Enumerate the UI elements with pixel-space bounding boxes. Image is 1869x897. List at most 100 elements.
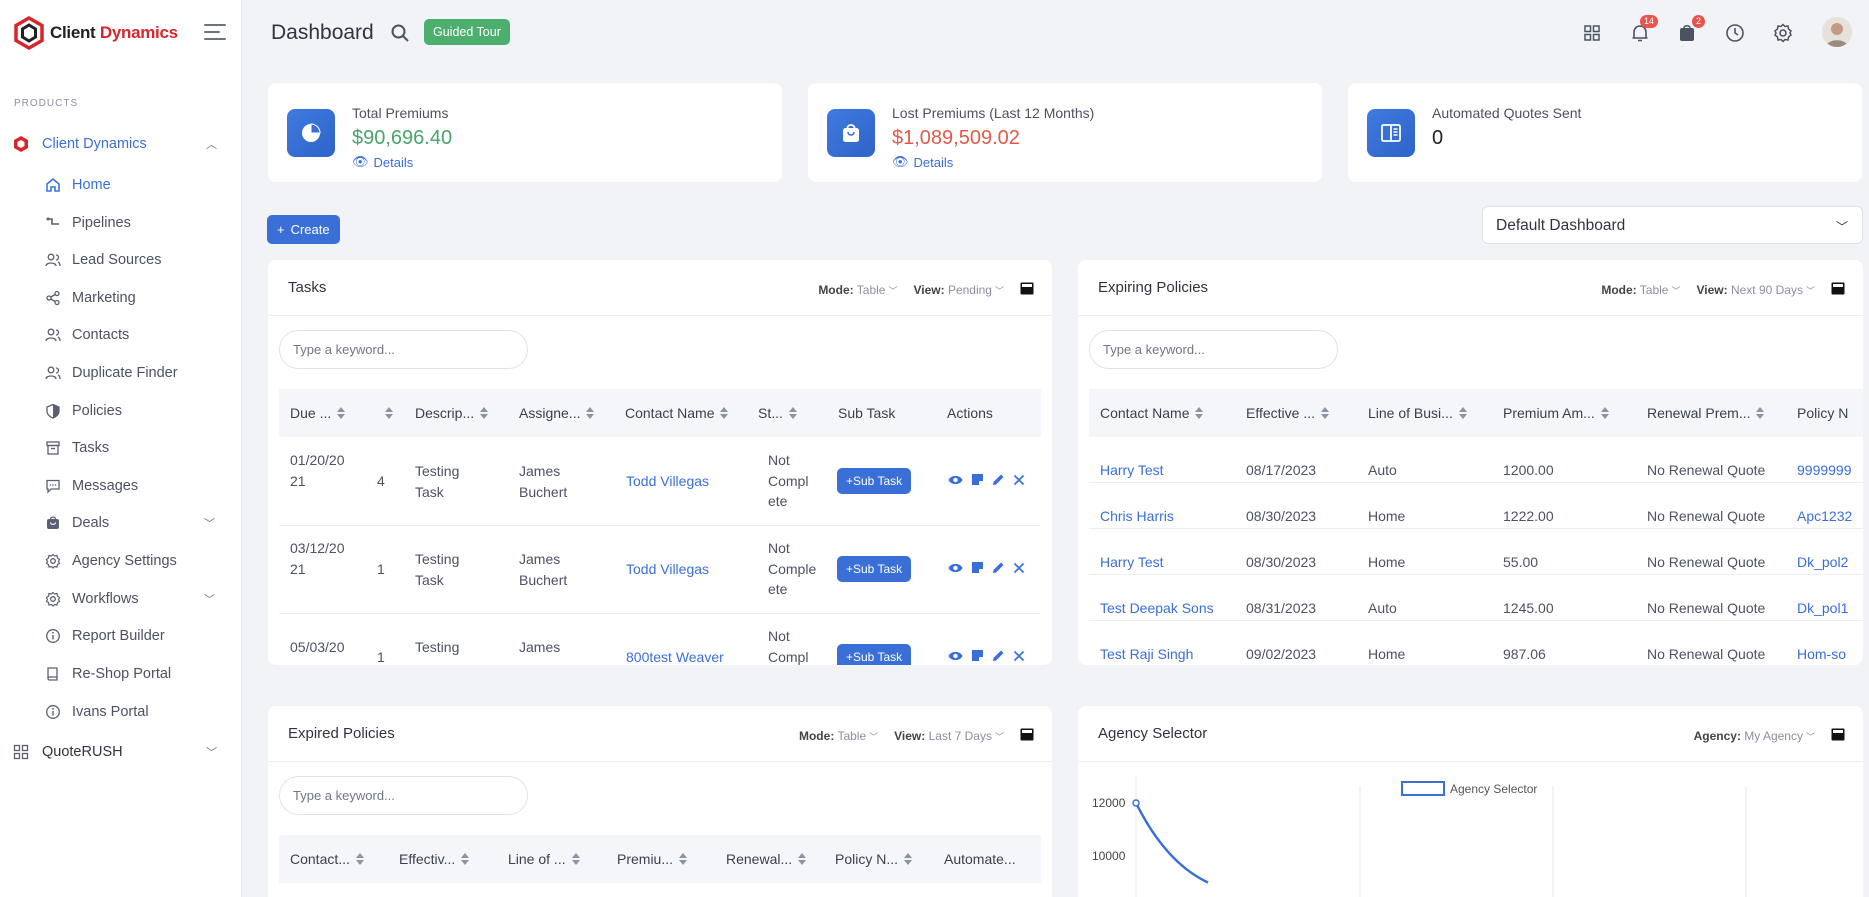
panel-toggle-icon[interactable] [1831,728,1845,744]
bell-icon[interactable]: 14 [1629,15,1658,44]
eye-icon: 👁 [352,154,369,169]
delete-x-icon[interactable] [1013,473,1025,491]
sub-task-button[interactable]: +Sub Task [837,556,912,582]
col-line-of-business[interactable]: Line of ... [508,851,580,867]
nav-group-client-dynamics[interactable]: Client Dynamics ︿ [0,129,242,159]
sub-task-button[interactable]: +Sub Task [837,468,912,494]
delete-x-icon[interactable] [1013,649,1025,665]
col-contact-name[interactable]: Contact Name [625,405,729,421]
col-effective[interactable]: Effectiv... [399,851,470,867]
panel-toggle-icon[interactable] [1020,728,1034,744]
note-icon[interactable] [971,561,984,579]
sort-icon [385,407,393,419]
panel-toggle-icon[interactable] [1020,282,1034,298]
sidebar-item-re-shop-portal[interactable]: Re-Shop Portal [0,659,242,689]
mode-selector[interactable]: Mode: Table ﹀ [1601,283,1680,297]
contact-link[interactable]: Todd Villegas [626,471,709,492]
details-link[interactable]: 👁 Details [352,154,413,170]
view-eye-icon[interactable] [948,561,963,579]
sort-icon [461,853,470,865]
col-status[interactable]: St... [758,405,797,421]
stat-card-total-premiums: Total Premiums $90,696.40 👁 Details [268,83,782,182]
view-selector[interactable]: View: Pending ﹀ [913,283,1004,297]
view-eye-icon[interactable] [948,473,963,491]
tasks-search-input[interactable] [279,330,528,369]
view-selector[interactable]: View: Last 7 Days ﹀ [894,729,1004,743]
col-automated[interactable]: Automate... [944,851,1016,867]
create-button[interactable]: + Create [267,215,340,244]
col-contact-name[interactable]: Contact Name [1100,405,1204,421]
col-policy-number[interactable]: Policy N... [835,851,913,867]
note-icon[interactable] [971,473,984,491]
sub-task-button[interactable]: +Sub Task [837,644,912,665]
contact-link[interactable]: Todd Villegas [626,559,709,580]
panel-toggle-icon[interactable] [1831,282,1845,298]
sort-icon [1195,407,1204,419]
menu-toggle-icon[interactable] [204,24,226,45]
sidebar-item-tasks[interactable]: Tasks [0,433,242,463]
col-contact[interactable]: Contact... [290,851,364,867]
col-premium-amount[interactable]: Premium Am... [1503,405,1609,421]
chevron-down-icon: ﹀ [1671,286,1681,296]
col-description[interactable]: Descrip... [415,405,489,421]
note-icon[interactable] [971,649,984,665]
sidebar-item-lead-sources[interactable]: Lead Sources [0,245,242,275]
apps-grid-icon[interactable] [1581,22,1603,44]
clock-icon[interactable] [1724,22,1746,44]
col-renewal[interactable]: Renewal... [726,851,807,867]
mode-selector[interactable]: Mode: Table ﹀ [818,283,897,297]
sidebar-item-messages[interactable]: Messages [0,471,242,501]
dashboard-select[interactable]: Default Dashboard ﹀ [1482,206,1863,244]
col-assignee[interactable]: Assigne... [519,405,595,421]
col-effective[interactable]: Effective ... [1246,405,1329,421]
tasks-badge: 2 [1691,15,1705,28]
expiring-search-input[interactable] [1089,330,1338,369]
sidebar-item-duplicate-finder[interactable]: Duplicate Finder [0,358,242,388]
sidebar-item-home[interactable]: Home [0,170,242,200]
panel-controls: Mode: Table ﹀ View: Pending ﹀ [818,282,1034,298]
stat-value: $1,089,509.02 [892,127,1020,149]
guided-tour-button[interactable]: Guided Tour [424,19,510,45]
task-bag-icon[interactable]: 2 [1676,15,1705,44]
details-link[interactable]: 👁 Details [892,154,953,170]
user-avatar[interactable] [1822,17,1852,47]
delete-x-icon[interactable] [1013,561,1025,579]
col-line-of-business[interactable]: Line of Busi... [1368,405,1467,421]
settings-gear-icon[interactable] [1772,22,1794,44]
mode-selector[interactable]: Mode: Table ﹀ [799,729,878,743]
col-priority[interactable] [379,407,393,419]
edit-pencil-icon[interactable] [992,649,1005,665]
edit-pencil-icon[interactable] [992,473,1005,491]
col-premium[interactable]: Premiu... [617,851,688,867]
search-icon[interactable] [390,23,410,48]
info-icon [45,628,61,644]
section-label: PRODUCTS [14,98,79,109]
view-eye-icon[interactable] [948,649,963,665]
app-logo[interactable]: Client Dynamics [12,16,178,50]
contact-link[interactable]: 800test Weaver [626,647,724,665]
sort-icon [904,853,913,865]
sidebar-item-agency-settings[interactable]: Agency Settings [0,546,242,576]
table-header: Contact Name Effective ... Line of Busi.… [1089,389,1863,437]
sidebar-item-report-builder[interactable]: Report Builder [0,621,242,651]
sidebar-item-deals[interactable]: Deals ﹀ [0,508,242,538]
nav-group-label: Client Dynamics [42,136,147,152]
agency-selector[interactable]: Agency: My Agency ﹀ [1694,729,1815,743]
sidebar-item-workflows[interactable]: Workflows ﹀ [0,584,242,614]
view-selector[interactable]: View: Next 90 Days ﹀ [1696,283,1815,297]
book-open-icon [1367,109,1415,157]
chevron-down-icon: ﹀ [204,594,215,606]
col-policy-number[interactable]: Policy N [1797,405,1848,421]
sidebar-item-pipelines[interactable]: Pipelines [0,208,242,238]
col-renewal-premium[interactable]: Renewal Prem... [1647,405,1765,421]
col-due[interactable]: Due ... [290,405,346,421]
sidebar-item-marketing[interactable]: Marketing [0,283,242,313]
sidebar-item-policies[interactable]: Policies [0,396,242,426]
expired-search-input[interactable] [279,776,528,815]
edit-pencil-icon[interactable] [992,561,1005,579]
panel-controls: Agency: My Agency ﹀ [1694,728,1845,744]
nav-group-quoterush[interactable]: QuoteRUSH ﹀ [0,737,242,767]
chevron-down-icon: ﹀ [994,732,1004,742]
sidebar-item-ivans-portal[interactable]: Ivans Portal [0,697,242,727]
sidebar-item-contacts[interactable]: Contacts [0,320,242,350]
